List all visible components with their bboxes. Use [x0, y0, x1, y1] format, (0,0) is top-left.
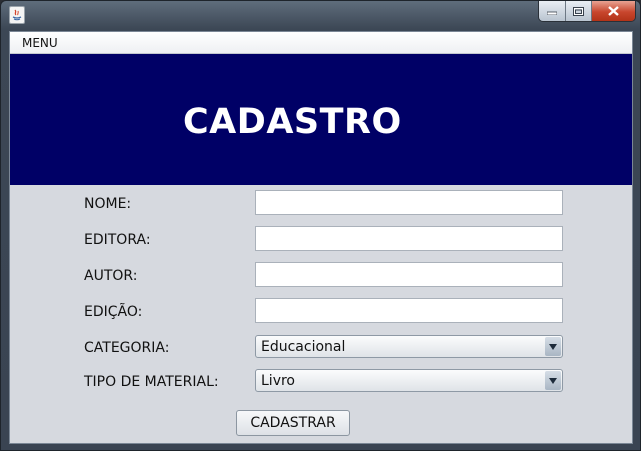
- edicao-input[interactable]: [255, 298, 563, 323]
- minimize-icon: [547, 11, 557, 15]
- app-window: MENU CADASTRO NOME: EDITORA: AUTOR: EDIÇ…: [0, 0, 641, 451]
- maximize-icon: [573, 6, 584, 16]
- window-content: MENU CADASTRO NOME: EDITORA: AUTOR: EDIÇ…: [9, 31, 633, 444]
- nome-label: NOME:: [84, 196, 132, 212]
- menu-bar: MENU: [10, 32, 632, 54]
- tipo-material-label: TIPO DE MATERIAL:: [84, 374, 219, 390]
- editora-label: EDITORA:: [84, 232, 151, 248]
- autor-label: AUTOR:: [84, 268, 138, 284]
- header-banner: CADASTRO: [10, 54, 632, 185]
- page-title: CADASTRO: [183, 102, 402, 142]
- window-controls: [538, 1, 636, 22]
- close-icon: [608, 6, 619, 16]
- categoria-selected-value: Educacional: [261, 339, 346, 355]
- edicao-label: EDIÇÃO:: [84, 304, 143, 320]
- tipo-material-select[interactable]: Livro: [255, 369, 563, 392]
- autor-input[interactable]: [255, 262, 563, 287]
- nome-input[interactable]: [255, 190, 563, 215]
- minimize-button[interactable]: [539, 1, 565, 21]
- maximize-button[interactable]: [565, 1, 591, 21]
- java-app-icon[interactable]: [9, 6, 25, 24]
- categoria-label: CATEGORIA:: [84, 340, 170, 356]
- dropdown-arrow-icon[interactable]: [545, 337, 561, 356]
- dropdown-arrow-icon[interactable]: [545, 371, 561, 390]
- editora-input[interactable]: [255, 226, 563, 251]
- close-button[interactable]: [591, 1, 635, 21]
- categoria-select[interactable]: Educacional: [255, 335, 563, 358]
- cadastrar-button[interactable]: CADASTRAR: [236, 410, 350, 436]
- title-bar[interactable]: [1, 1, 641, 29]
- tipo-material-selected-value: Livro: [261, 373, 295, 389]
- menu-item-menu[interactable]: MENU: [22, 36, 58, 50]
